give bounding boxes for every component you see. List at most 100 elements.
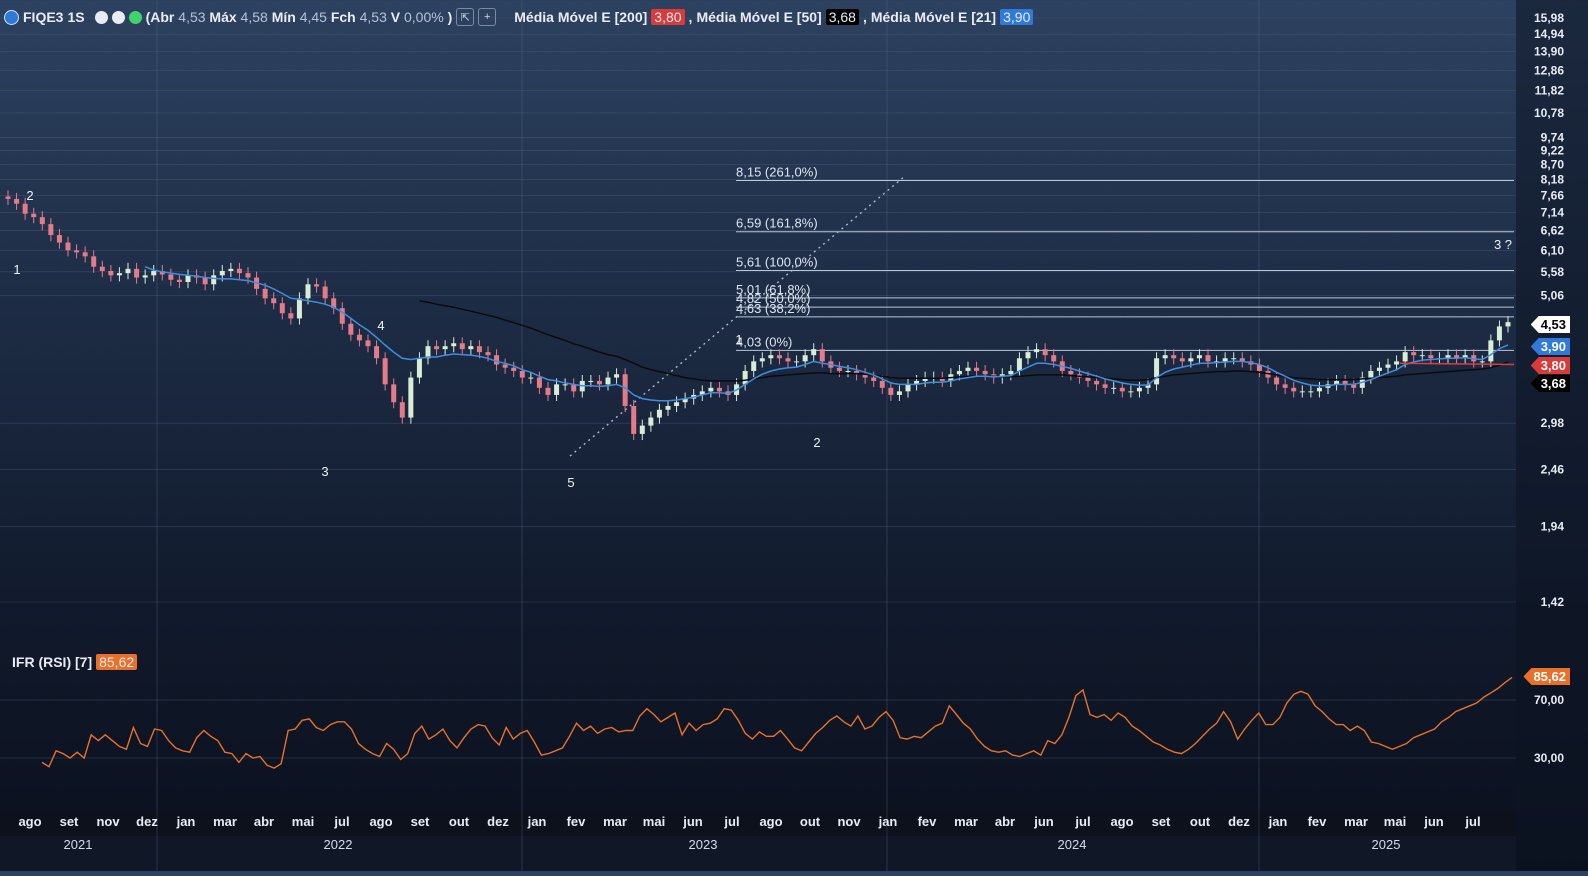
month-label: jan bbox=[176, 814, 196, 829]
price-tick-label: 12,86 bbox=[1534, 63, 1564, 77]
candle-body bbox=[519, 370, 525, 378]
candle-body bbox=[236, 268, 242, 274]
month-label: dez bbox=[1228, 814, 1250, 829]
rsi-legend[interactable]: IFR (RSI) [7] 85,62 bbox=[12, 654, 138, 670]
wave-label: 2 bbox=[813, 435, 820, 450]
candle-body bbox=[836, 367, 842, 371]
month-label: nov bbox=[96, 814, 120, 829]
candle-body bbox=[408, 377, 414, 418]
candle-body bbox=[296, 298, 302, 319]
candle-body bbox=[1231, 358, 1237, 360]
wave-label: 1 bbox=[735, 332, 742, 347]
candle-body bbox=[494, 355, 500, 365]
month-label: mar bbox=[213, 814, 237, 829]
candle-body bbox=[1085, 377, 1091, 381]
wave-label: 4 bbox=[377, 318, 384, 333]
candle-body bbox=[168, 274, 174, 280]
ma200-label[interactable]: Média Móvel E [200] bbox=[514, 9, 647, 25]
candle-body bbox=[1282, 384, 1288, 388]
add-indicator-icon[interactable]: + bbox=[478, 8, 497, 26]
candle-body bbox=[322, 286, 328, 299]
rsi-tick-label: 70,00 bbox=[1534, 693, 1564, 707]
chart-stage[interactable]: 15,98 14,94 13,90 12,86 11,82 10,78 9,74 9,22 8,… bbox=[0, 0, 1588, 871]
fib-level-label: 8,15 (261,0%) bbox=[736, 164, 818, 179]
candle-body bbox=[1291, 387, 1297, 392]
candle-body bbox=[14, 198, 20, 204]
candle-body bbox=[1316, 387, 1322, 392]
fib-level-label: 4,03 (0%) bbox=[736, 334, 792, 349]
wave-label: 3 bbox=[321, 464, 328, 479]
cursor-tool-icon[interactable]: ⇱ bbox=[456, 8, 475, 26]
ma21-price-tag: 3,90 bbox=[1530, 338, 1570, 355]
candle-body bbox=[314, 284, 320, 287]
month-label: mar bbox=[603, 814, 627, 829]
candle-body bbox=[1034, 349, 1040, 353]
settings-icon[interactable] bbox=[94, 10, 108, 24]
candle-body bbox=[151, 270, 157, 276]
price-tick-label: 9,22 bbox=[1541, 144, 1565, 158]
candle-body bbox=[1368, 370, 1374, 378]
price-tick-label: 2,98 bbox=[1541, 416, 1565, 430]
candle-body bbox=[22, 203, 28, 214]
candle-body bbox=[1385, 364, 1391, 368]
month-label: out bbox=[1190, 814, 1211, 829]
candle-body bbox=[434, 346, 440, 350]
month-label: jul bbox=[333, 814, 349, 829]
month-label: out bbox=[449, 814, 470, 829]
month-label: abr bbox=[254, 814, 274, 829]
candle-body bbox=[382, 358, 388, 385]
candle-body bbox=[1179, 358, 1185, 362]
ma200-price-tag: 3,80 bbox=[1530, 357, 1570, 374]
candle-body bbox=[1205, 355, 1211, 362]
candle-body bbox=[588, 380, 594, 382]
last-price-tag: 4,53 bbox=[1530, 316, 1570, 333]
remove-icon[interactable] bbox=[111, 10, 125, 24]
candle-body bbox=[1171, 355, 1177, 359]
symbol-label[interactable]: FIQE3 bbox=[23, 9, 63, 25]
candle-body bbox=[91, 256, 97, 267]
candle-body bbox=[459, 343, 465, 350]
candle-body bbox=[185, 275, 191, 282]
month-label: jul bbox=[1074, 814, 1090, 829]
rsi-tick-label: 30,00 bbox=[1534, 751, 1564, 765]
candle-body bbox=[1394, 361, 1400, 365]
interval-label[interactable]: 1S bbox=[67, 9, 84, 25]
candle-body bbox=[468, 346, 474, 350]
price-tick-label: 14,94 bbox=[1534, 27, 1564, 41]
price-tick-label: 5,06 bbox=[1541, 288, 1565, 302]
price-tick-label: 7,66 bbox=[1541, 188, 1565, 202]
month-label: set bbox=[60, 814, 79, 829]
candle-body bbox=[1162, 355, 1168, 359]
price-tick-label: 8,18 bbox=[1541, 173, 1565, 187]
candle-body bbox=[1128, 391, 1134, 393]
month-label: ago bbox=[759, 814, 782, 829]
price-tick-label: 7,14 bbox=[1541, 205, 1565, 219]
month-label: fev bbox=[918, 814, 938, 829]
year-label: 2021 bbox=[64, 837, 93, 852]
candle-body bbox=[965, 367, 971, 371]
candle-body bbox=[1119, 387, 1125, 392]
candle-body bbox=[1196, 355, 1202, 359]
candle-body bbox=[1025, 352, 1031, 359]
candle-body bbox=[631, 405, 637, 434]
month-label: ago bbox=[18, 814, 41, 829]
candle-body bbox=[905, 384, 911, 392]
candle-body bbox=[65, 242, 71, 251]
price-chart[interactable]: 15,9814,9413,9012,8611,8210,789,749,228,… bbox=[0, 0, 1588, 871]
candle-body bbox=[1154, 358, 1160, 385]
month-label: jun bbox=[1033, 814, 1054, 829]
candle-body bbox=[1094, 380, 1100, 385]
status-dot-icon bbox=[128, 10, 142, 24]
clock-icon[interactable] bbox=[4, 9, 19, 25]
year-label: 2023 bbox=[689, 837, 718, 852]
month-label: jan bbox=[1268, 814, 1288, 829]
candle-body bbox=[956, 370, 962, 375]
candle-body bbox=[262, 288, 268, 299]
month-label: dez bbox=[136, 814, 158, 829]
ma50-label[interactable]: Média Móvel E [50] bbox=[696, 9, 821, 25]
candle-body bbox=[356, 334, 362, 341]
candle-body bbox=[374, 346, 380, 359]
month-label: jul bbox=[723, 814, 739, 829]
month-label: jul bbox=[1464, 814, 1480, 829]
ma21-label[interactable]: Média Móvel E [21] bbox=[871, 9, 996, 25]
